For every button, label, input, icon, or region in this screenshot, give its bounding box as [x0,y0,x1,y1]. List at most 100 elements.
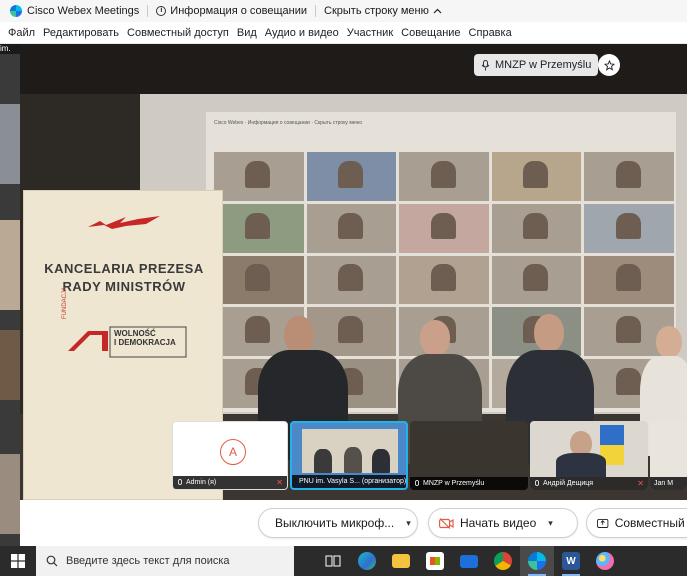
share-icon [597,518,609,528]
participant-name: Андрій Дещиця [543,480,594,487]
meeting-info-button[interactable]: i Информация о совещании [156,5,307,17]
projected-tile [214,152,304,201]
background-window-strip: im. [0,44,20,546]
start-video-button[interactable]: Начать видео ▾ [428,508,578,538]
taskbar-paint[interactable] [588,546,622,576]
background-video-tile [0,104,20,184]
folder-icon [392,554,410,568]
chevron-up-icon [433,8,442,14]
taskbar-store[interactable] [418,546,452,576]
projected-tile [491,255,582,305]
task-view-icon [325,555,341,567]
banner-title-line2: RADY MINISTRÓW [62,279,186,294]
word-icon: W [562,552,580,570]
banner-title-line1: KANCELARIA PREZESA [44,261,204,276]
participant-thumbnail[interactable]: MNZP w Przemyślu [410,421,528,490]
active-speaker-name: MNZP w Przemyślu [495,59,592,71]
hide-menu-button[interactable]: Скрыть строку меню [324,5,442,17]
menu-meeting[interactable]: Совещание [397,27,464,39]
menu-view[interactable]: Вид [233,27,261,39]
mic-muted-icon: ✕ [276,478,283,487]
projected-tile [491,203,582,253]
participant-thumbnail[interactable]: Андрій Дещиця ✕ [530,421,648,490]
edge-icon [358,552,376,570]
projected-tile [584,255,674,305]
preview-person [314,449,332,473]
title-separator [315,5,316,17]
menu-participant[interactable]: Участник [343,27,397,39]
projected-tile [214,255,304,305]
share-button[interactable]: Совместный д [586,508,687,538]
menu-audio-video[interactable]: Аудио и видео [261,27,343,39]
webex-window: Cisco Webex Meetings i Информация о сове… [0,0,687,576]
taskbar-word[interactable]: W [554,546,588,576]
participant-video-body [556,453,606,477]
projected-tile [491,152,582,201]
panelist-head [284,316,314,354]
chrome-icon [494,552,512,570]
microphone-icon [535,479,539,486]
mic-muted-icon: ✕ [637,479,644,488]
menu-bar: Файл Редактировать Совместный доступ Вид… [0,22,687,44]
projected-tile [306,255,397,305]
taskbar-mail[interactable] [452,546,486,576]
foundation-logo-text: WOLNOŚĆ I DEMOKRACJA [114,329,176,347]
info-icon: i [156,6,167,16]
mute-label: Выключить микроф... [275,516,395,530]
logo-line2: I DEMOKRACJA [114,338,176,347]
chevron-down-icon[interactable]: ▾ [406,518,411,529]
participant-label: Андрій Дещиця ✕ [530,477,648,490]
search-icon [46,555,58,567]
microphone-icon [415,479,419,486]
meeting-control-bar: Выключить микроф... ▾ Начать видео ▾ Сов… [20,500,687,546]
windows-taskbar: Введите здесь текст для поиска W [0,546,687,576]
panelist-head [420,320,450,356]
projected-tile [306,152,397,201]
participant-name: PNU im. Vasyla S... (организатор) [299,478,407,485]
title-separator [147,5,149,17]
projected-tile [214,203,304,253]
taskbar-webex[interactable] [520,546,554,576]
active-speaker-label[interactable]: MNZP w Przemyślu [474,54,599,76]
avatar: A [220,439,246,465]
start-button[interactable] [0,546,36,576]
taskbar-search-box[interactable]: Введите здесь текст для поиска [36,546,294,576]
hide-menu-label: Скрыть строку меню [324,5,429,17]
webex-logo-icon [10,5,22,17]
projected-tile [306,203,397,253]
participant-label: MNZP w Przemyślu [410,477,528,490]
chevron-down-icon[interactable]: ▾ [548,518,553,529]
menu-share[interactable]: Совместный доступ [123,27,233,39]
taskbar-edge[interactable] [350,546,384,576]
paint-icon [596,552,614,570]
participant-label: Admin (я) ✕ [173,476,287,489]
projected-tile [399,203,489,253]
participant-thumbnail[interactable]: PNU im. Vasyla S... (организатор) [290,421,408,490]
projected-tile [399,152,489,201]
participant-thumbnail[interactable]: Jan M [650,421,687,490]
background-video-tile [0,330,20,400]
mute-button[interactable]: Выключить микроф... ▾ [258,508,418,538]
pin-view-button[interactable] [598,54,620,76]
webex-icon [528,552,546,570]
background-window-label: im. [0,44,20,54]
taskbar-file-explorer[interactable] [384,546,418,576]
menu-help[interactable]: Справка [465,27,516,39]
menu-file[interactable]: Файл [4,27,39,39]
microphone-icon [481,59,490,70]
flag-logo-icon [88,216,160,229]
video-off-icon [439,517,454,529]
taskbar-chrome[interactable] [486,546,520,576]
projected-tile [399,255,489,305]
panelist-head [656,326,682,358]
participant-label: Jan M [650,477,687,490]
share-label: Совместный д [614,516,687,530]
store-icon [426,552,444,570]
start-video-label: Начать видео [460,516,537,530]
task-view-button[interactable] [316,546,350,576]
participant-thumbnail[interactable]: A Admin (я) ✕ [172,421,288,490]
background-video-tile [0,220,20,310]
projected-tile [584,152,674,201]
menu-edit[interactable]: Редактировать [39,27,123,39]
mail-icon [460,554,478,568]
